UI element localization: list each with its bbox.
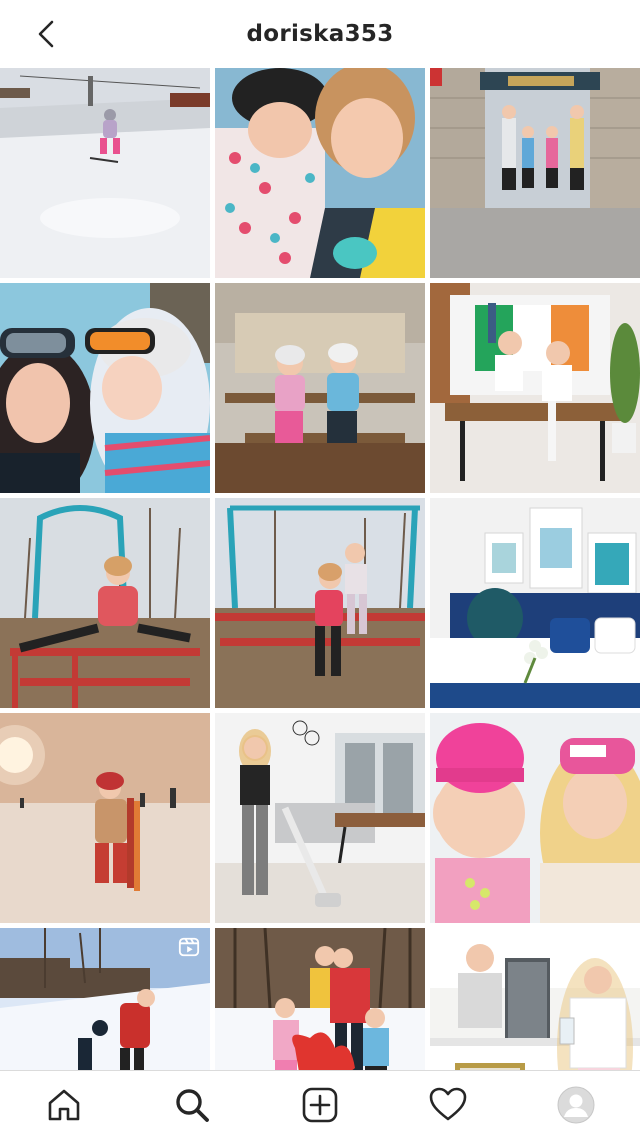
post-thumbnail[interactable] <box>430 713 640 923</box>
search-icon <box>176 1089 209 1122</box>
post-thumbnail[interactable] <box>215 928 425 1070</box>
girls-tv-flag-table-image <box>430 283 640 493</box>
post-thumbnail[interactable] <box>0 713 210 923</box>
nav-new-post-button[interactable] <box>290 1075 350 1135</box>
back-button[interactable] <box>28 16 64 52</box>
post-thumbnail[interactable] <box>215 68 425 278</box>
chevron-left-icon <box>38 20 54 48</box>
ski-selfie-goggles-image <box>0 283 210 493</box>
pink-hats-mom-daughter-image <box>430 713 640 923</box>
nav-home-button[interactable] <box>34 1075 94 1135</box>
nav-profile-button[interactable] <box>546 1075 606 1135</box>
post-thumbnail[interactable] <box>0 283 210 493</box>
profile-avatar-icon <box>557 1086 595 1124</box>
activity-heart-icon <box>429 1087 467 1121</box>
post-thumbnail[interactable] <box>430 928 640 1070</box>
post-thumbnail[interactable] <box>430 498 640 708</box>
post-thumbnail[interactable] <box>215 498 425 708</box>
post-thumbnail[interactable] <box>430 68 640 278</box>
new-post-icon <box>302 1087 338 1123</box>
ski-slope-kid-image <box>0 68 210 278</box>
playground-swing-girl-image <box>0 498 210 708</box>
family-entrance-gate-image <box>430 68 640 278</box>
carousel-icon <box>610 937 629 956</box>
post-thumbnail[interactable] <box>0 68 210 278</box>
post-thumbnail[interactable] <box>430 283 640 493</box>
playground-girls-climb-image <box>215 498 425 708</box>
nav-search-button[interactable] <box>162 1075 222 1135</box>
home-icon <box>48 1089 80 1121</box>
profile-header: doriska353 <box>0 0 640 68</box>
bedroom-towel-flowers-image <box>430 498 640 708</box>
post-thumbnail[interactable] <box>215 713 425 923</box>
nav-activity-button[interactable] <box>418 1075 478 1135</box>
reels-icon <box>178 937 200 957</box>
selfie-mom-daughter-helmet-image <box>215 68 425 278</box>
family-love-balloon-image <box>215 928 425 1070</box>
night-ski-kid-image <box>0 713 210 923</box>
post-thumbnail[interactable] <box>215 283 425 493</box>
profile-username: doriska353 <box>246 21 394 47</box>
post-thumbnail[interactable] <box>0 498 210 708</box>
woman-vacuum-living-room-image <box>215 713 425 923</box>
posts-grid <box>0 68 640 1070</box>
bottom-navigation <box>0 1070 640 1139</box>
post-thumbnail[interactable] <box>0 928 210 1070</box>
kids-on-bench-image <box>215 283 425 493</box>
